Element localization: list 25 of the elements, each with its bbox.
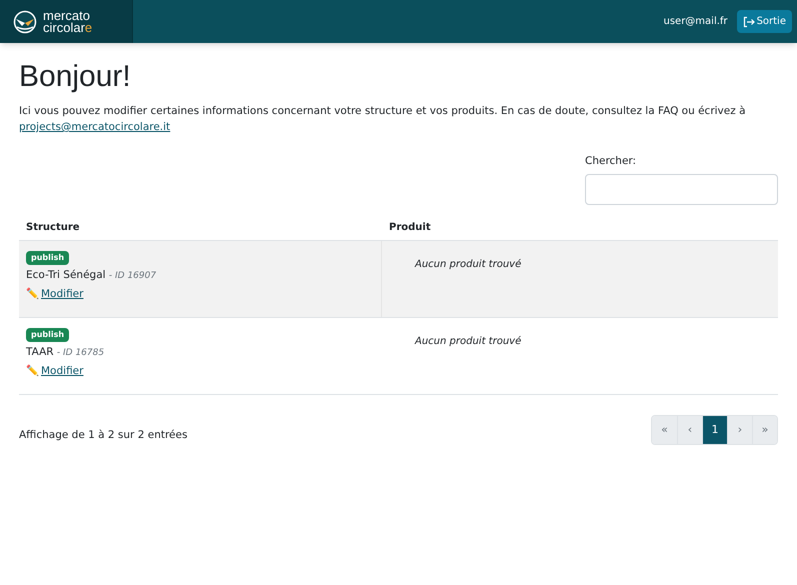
pencil-icon: ✏ <box>26 286 39 302</box>
logo-icon <box>13 10 37 34</box>
logout-icon <box>742 16 755 28</box>
column-header: Structure <box>25 221 81 236</box>
search-label: Chercher: <box>585 154 638 169</box>
page-title: Bonjour! <box>19 59 132 95</box>
table-info: Affichage de 1 à 2 sur 2 entrées <box>19 428 188 444</box>
logout-button[interactable]: Sortie <box>736 10 792 33</box>
empty-product-text: Aucun produit trouvé <box>415 336 522 347</box>
logo-text: circolare <box>43 22 92 34</box>
status-badge: publish <box>26 328 70 342</box>
structure-name: Eco-Tri Sénégal - ID 16907 <box>26 268 156 283</box>
column-header: Produit <box>388 221 431 236</box>
email-link[interactable]: projects@mercatocircolare.it <box>19 121 170 133</box>
pencil-icon: ✏ <box>26 364 39 380</box>
structure-name: TAAR - ID 16785 <box>26 344 104 360</box>
user-email: user@mail.fr <box>664 15 728 29</box>
page-button[interactable]: 1 <box>702 416 727 444</box>
search-field[interactable] <box>585 174 778 205</box>
logo-text: mercato <box>43 10 91 22</box>
status-badge: publish <box>26 250 70 265</box>
edit-link[interactable]: Modifier <box>41 286 84 302</box>
edit-link[interactable]: Modifier <box>41 364 84 380</box>
intro-text: Ici vous pouvez modifier certaines informations concernant votre structure et vos produits. En cas de doute, consultez la FAQ ou écrivez à projects@mercatocircolare.it <box>19 104 747 135</box>
empty-product-text: Aucun produit trouvé <box>415 258 522 270</box>
